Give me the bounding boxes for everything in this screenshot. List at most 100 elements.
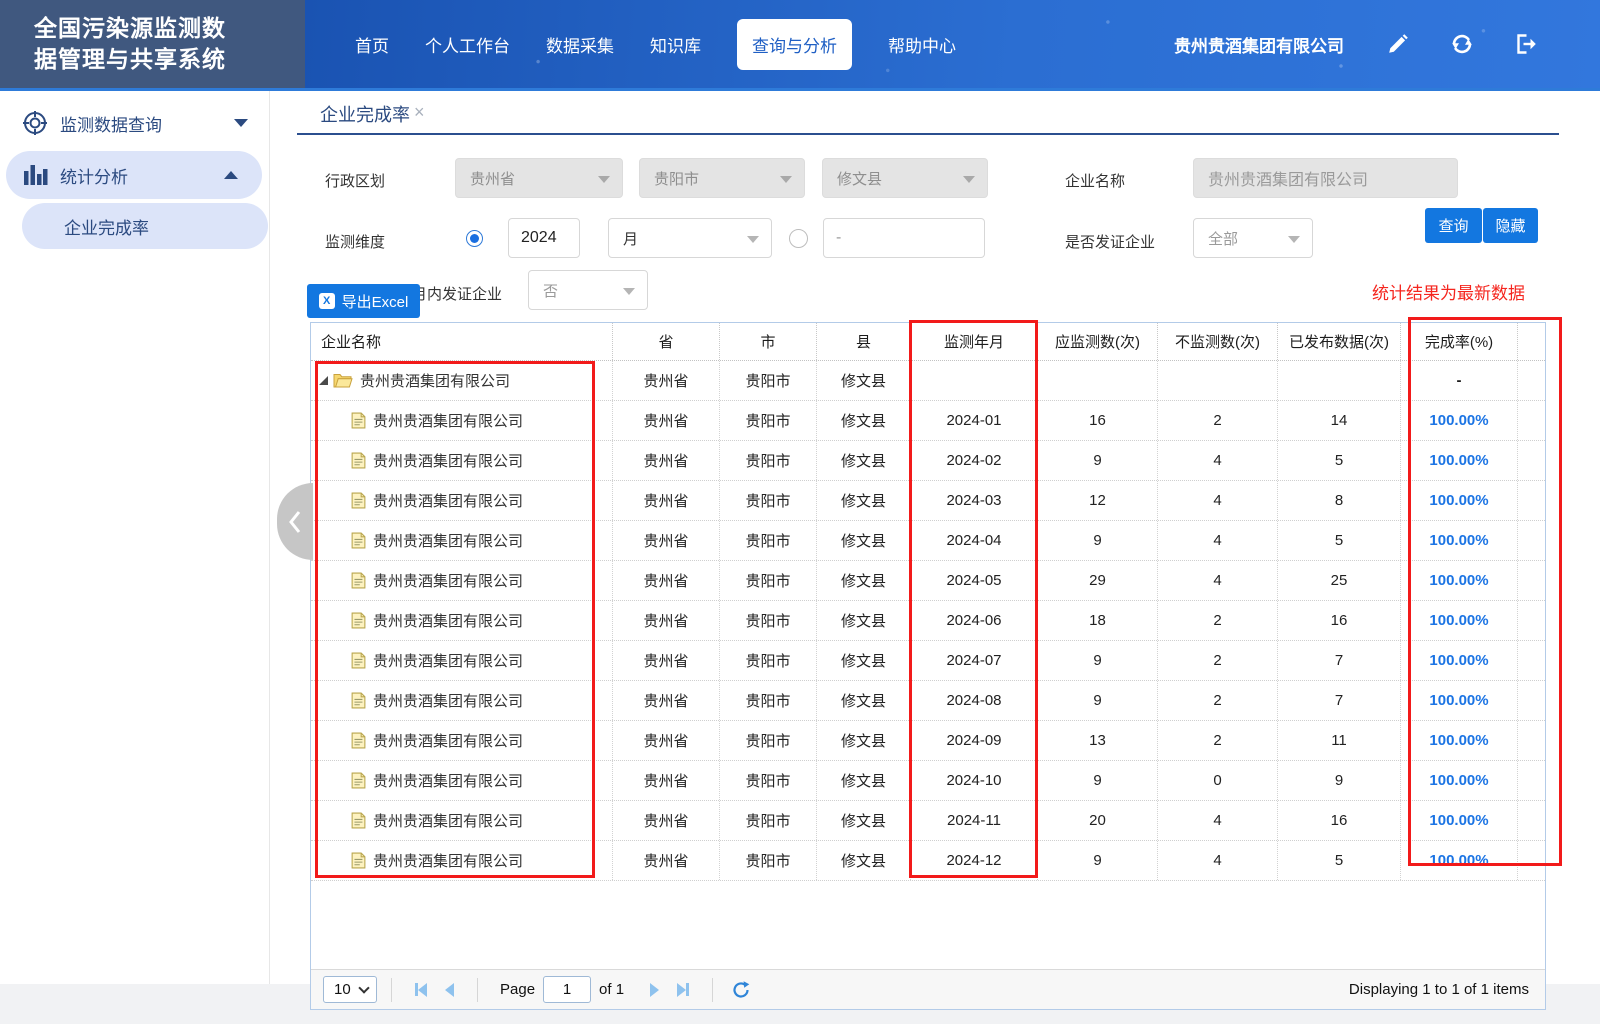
nav-item-workbench[interactable]: 个人工作台 bbox=[425, 32, 510, 57]
company-name-field[interactable]: 贵州贵酒集团有限公司 bbox=[1193, 158, 1458, 198]
table-cell: 贵州省 bbox=[613, 441, 720, 480]
table-row[interactable]: 贵州贵酒集团有限公司贵州省贵阳市修文县2024-1120416100.00% bbox=[311, 801, 1545, 841]
table-row[interactable]: 贵州贵酒集团有限公司贵州省贵阳市修文县2024-12945100.00% bbox=[311, 841, 1545, 881]
table-cell: 4 bbox=[1158, 481, 1278, 520]
previous-page-button[interactable] bbox=[445, 983, 454, 997]
table-cell: 贵阳市 bbox=[720, 481, 817, 520]
period-select-value: 月 bbox=[623, 228, 638, 249]
nav-item-help-center[interactable]: 帮助中心 bbox=[888, 32, 956, 57]
exclude-select[interactable]: 否 bbox=[528, 270, 648, 310]
col-header-empty bbox=[1518, 323, 1545, 360]
company-tree-label: 贵州贵酒集团有限公司 bbox=[373, 490, 523, 511]
hide-button[interactable]: 隐藏 bbox=[1483, 208, 1538, 243]
table-cell: 4 bbox=[1158, 801, 1278, 840]
table-cell: 20 bbox=[1038, 801, 1158, 840]
chevron-down-icon bbox=[234, 119, 248, 127]
table-cell: 2 bbox=[1158, 681, 1278, 720]
dimension-label: 监测维度 bbox=[325, 231, 385, 252]
logout-icon[interactable] bbox=[1514, 32, 1538, 56]
date-range-input[interactable] bbox=[823, 218, 985, 258]
table-row[interactable]: 贵州贵酒集团有限公司贵州省贵阳市修文县2024-02945100.00% bbox=[311, 441, 1545, 481]
table-row[interactable]: 贵州贵酒集团有限公司贵州省贵阳市修文县2024-10909100.00% bbox=[311, 761, 1545, 801]
page-number-input[interactable] bbox=[543, 976, 591, 1003]
table-cell: 100.00% bbox=[1401, 841, 1518, 880]
document-icon bbox=[351, 492, 366, 509]
page-size-select[interactable]: 10 bbox=[323, 976, 377, 1003]
table-cell: 贵州省 bbox=[613, 601, 720, 640]
table-cell-tree: 贵州贵酒集团有限公司 bbox=[311, 441, 613, 480]
company-tree-label: 贵州贵酒集团有限公司 bbox=[360, 370, 510, 391]
nav-item-query-analysis[interactable]: 查询与分析 bbox=[737, 19, 852, 70]
table-row[interactable]: 贵州贵酒集团有限公司贵州省贵阳市修文县2024-0529425100.00% bbox=[311, 561, 1545, 601]
company-tree-label: 贵州贵酒集团有限公司 bbox=[373, 810, 523, 831]
nav-item-knowledge-base[interactable]: 知识库 bbox=[650, 32, 701, 57]
period-select[interactable]: 月 bbox=[608, 218, 772, 258]
table-cell: 29 bbox=[1038, 561, 1158, 600]
date-range-radio[interactable] bbox=[789, 229, 808, 248]
table-cell bbox=[1518, 761, 1545, 800]
last-page-button[interactable] bbox=[677, 983, 689, 997]
certified-select-value: 全部 bbox=[1208, 228, 1238, 249]
table-cell: 2024-09 bbox=[911, 721, 1038, 760]
sidebar-item-monitoring-data-query[interactable]: 监测数据查询 bbox=[0, 99, 270, 147]
county-select[interactable]: 修文县 bbox=[822, 158, 988, 198]
table-cell: 贵州省 bbox=[613, 401, 720, 440]
table-cell-tree: 贵州贵酒集团有限公司 bbox=[311, 361, 613, 400]
table-cell: 贵阳市 bbox=[720, 841, 817, 880]
table-cell bbox=[1518, 481, 1545, 520]
table-cell: 贵阳市 bbox=[720, 441, 817, 480]
refresh-icon[interactable] bbox=[1450, 32, 1474, 56]
company-tree-label: 贵州贵酒集团有限公司 bbox=[373, 410, 523, 431]
year-input[interactable] bbox=[508, 218, 580, 258]
table-cell: 2024-04 bbox=[911, 521, 1038, 560]
chevron-left-icon bbox=[286, 507, 304, 537]
reload-table-icon[interactable] bbox=[731, 980, 751, 1000]
nav-item-home[interactable]: 首页 bbox=[355, 32, 389, 57]
edit-pencil-icon[interactable] bbox=[1386, 32, 1410, 56]
pagination-bar: 10 Page of 1 Displaying 1 to 1 of 1 item… bbox=[311, 969, 1545, 1009]
query-button[interactable]: 查询 bbox=[1425, 208, 1482, 243]
table-cell: 4 bbox=[1158, 841, 1278, 880]
bar-chart-icon bbox=[22, 162, 48, 188]
table-row[interactable]: 贵州贵酒集团有限公司贵州省贵阳市修文县2024-0913211100.00% bbox=[311, 721, 1545, 761]
chevron-up-icon bbox=[224, 171, 238, 179]
table-row[interactable]: 贵州贵酒集团有限公司贵州省贵阳市修文县2024-08927100.00% bbox=[311, 681, 1545, 721]
table-cell: 5 bbox=[1278, 841, 1401, 880]
table-row[interactable]: 贵州贵酒集团有限公司贵州省贵阳市修文县2024-07927100.00% bbox=[311, 641, 1545, 681]
company-tree-label: 贵州贵酒集团有限公司 bbox=[373, 770, 523, 791]
year-month-radio[interactable] bbox=[466, 230, 483, 247]
table-cell: 8 bbox=[1278, 481, 1401, 520]
folder-open-icon bbox=[333, 372, 353, 389]
nav-item-data-collection[interactable]: 数据采集 bbox=[546, 32, 614, 57]
col-header-company: 企业名称 bbox=[311, 323, 613, 360]
table-cell: 贵阳市 bbox=[720, 761, 817, 800]
table-cell: 25 bbox=[1278, 561, 1401, 600]
table-row[interactable]: 贵州贵酒集团有限公司贵州省贵阳市修文县2024-0618216100.00% bbox=[311, 601, 1545, 641]
table-row[interactable]: 贵州贵酒集团有限公司贵州省贵阳市修文县2024-04945100.00% bbox=[311, 521, 1545, 561]
table-cell-tree: 贵州贵酒集团有限公司 bbox=[311, 561, 613, 600]
city-select[interactable]: 贵阳市 bbox=[639, 158, 805, 198]
tab-close-icon[interactable]: × bbox=[414, 102, 425, 123]
table-cell: 修文县 bbox=[817, 361, 911, 400]
export-excel-button[interactable]: X 导出Excel bbox=[307, 284, 420, 318]
table-cell: 100.00% bbox=[1401, 521, 1518, 560]
next-page-button[interactable] bbox=[650, 983, 659, 997]
table-cell-tree: 贵州贵酒集团有限公司 bbox=[311, 721, 613, 760]
tab-enterprise-completion-rate[interactable]: 企业完成率 bbox=[320, 101, 410, 127]
province-select[interactable]: 贵州省 bbox=[455, 158, 623, 198]
tree-expand-caret[interactable] bbox=[319, 376, 328, 385]
table-cell bbox=[1518, 721, 1545, 760]
excel-icon: X bbox=[319, 293, 335, 309]
sidebar-item-statistical-analysis[interactable]: 统计分析 bbox=[6, 151, 262, 199]
certified-select[interactable]: 全部 bbox=[1193, 218, 1313, 258]
table-cell: 11 bbox=[1278, 721, 1401, 760]
table-row[interactable]: 贵州贵酒集团有限公司贵州省贵阳市修文县2024-0116214100.00% bbox=[311, 401, 1545, 441]
table-row-parent[interactable]: 贵州贵酒集团有限公司贵州省贵阳市修文县- bbox=[311, 361, 1545, 401]
table-cell-tree: 贵州贵酒集团有限公司 bbox=[311, 401, 613, 440]
table-cell: 100.00% bbox=[1401, 401, 1518, 440]
table-row[interactable]: 贵州贵酒集团有限公司贵州省贵阳市修文县2024-031248100.00% bbox=[311, 481, 1545, 521]
pager-divider bbox=[391, 978, 392, 1002]
sidebar-subitem-enterprise-completion-rate[interactable]: 企业完成率 bbox=[22, 203, 268, 249]
col-header-month: 监测年月 bbox=[911, 323, 1038, 360]
first-page-button[interactable] bbox=[415, 983, 427, 997]
